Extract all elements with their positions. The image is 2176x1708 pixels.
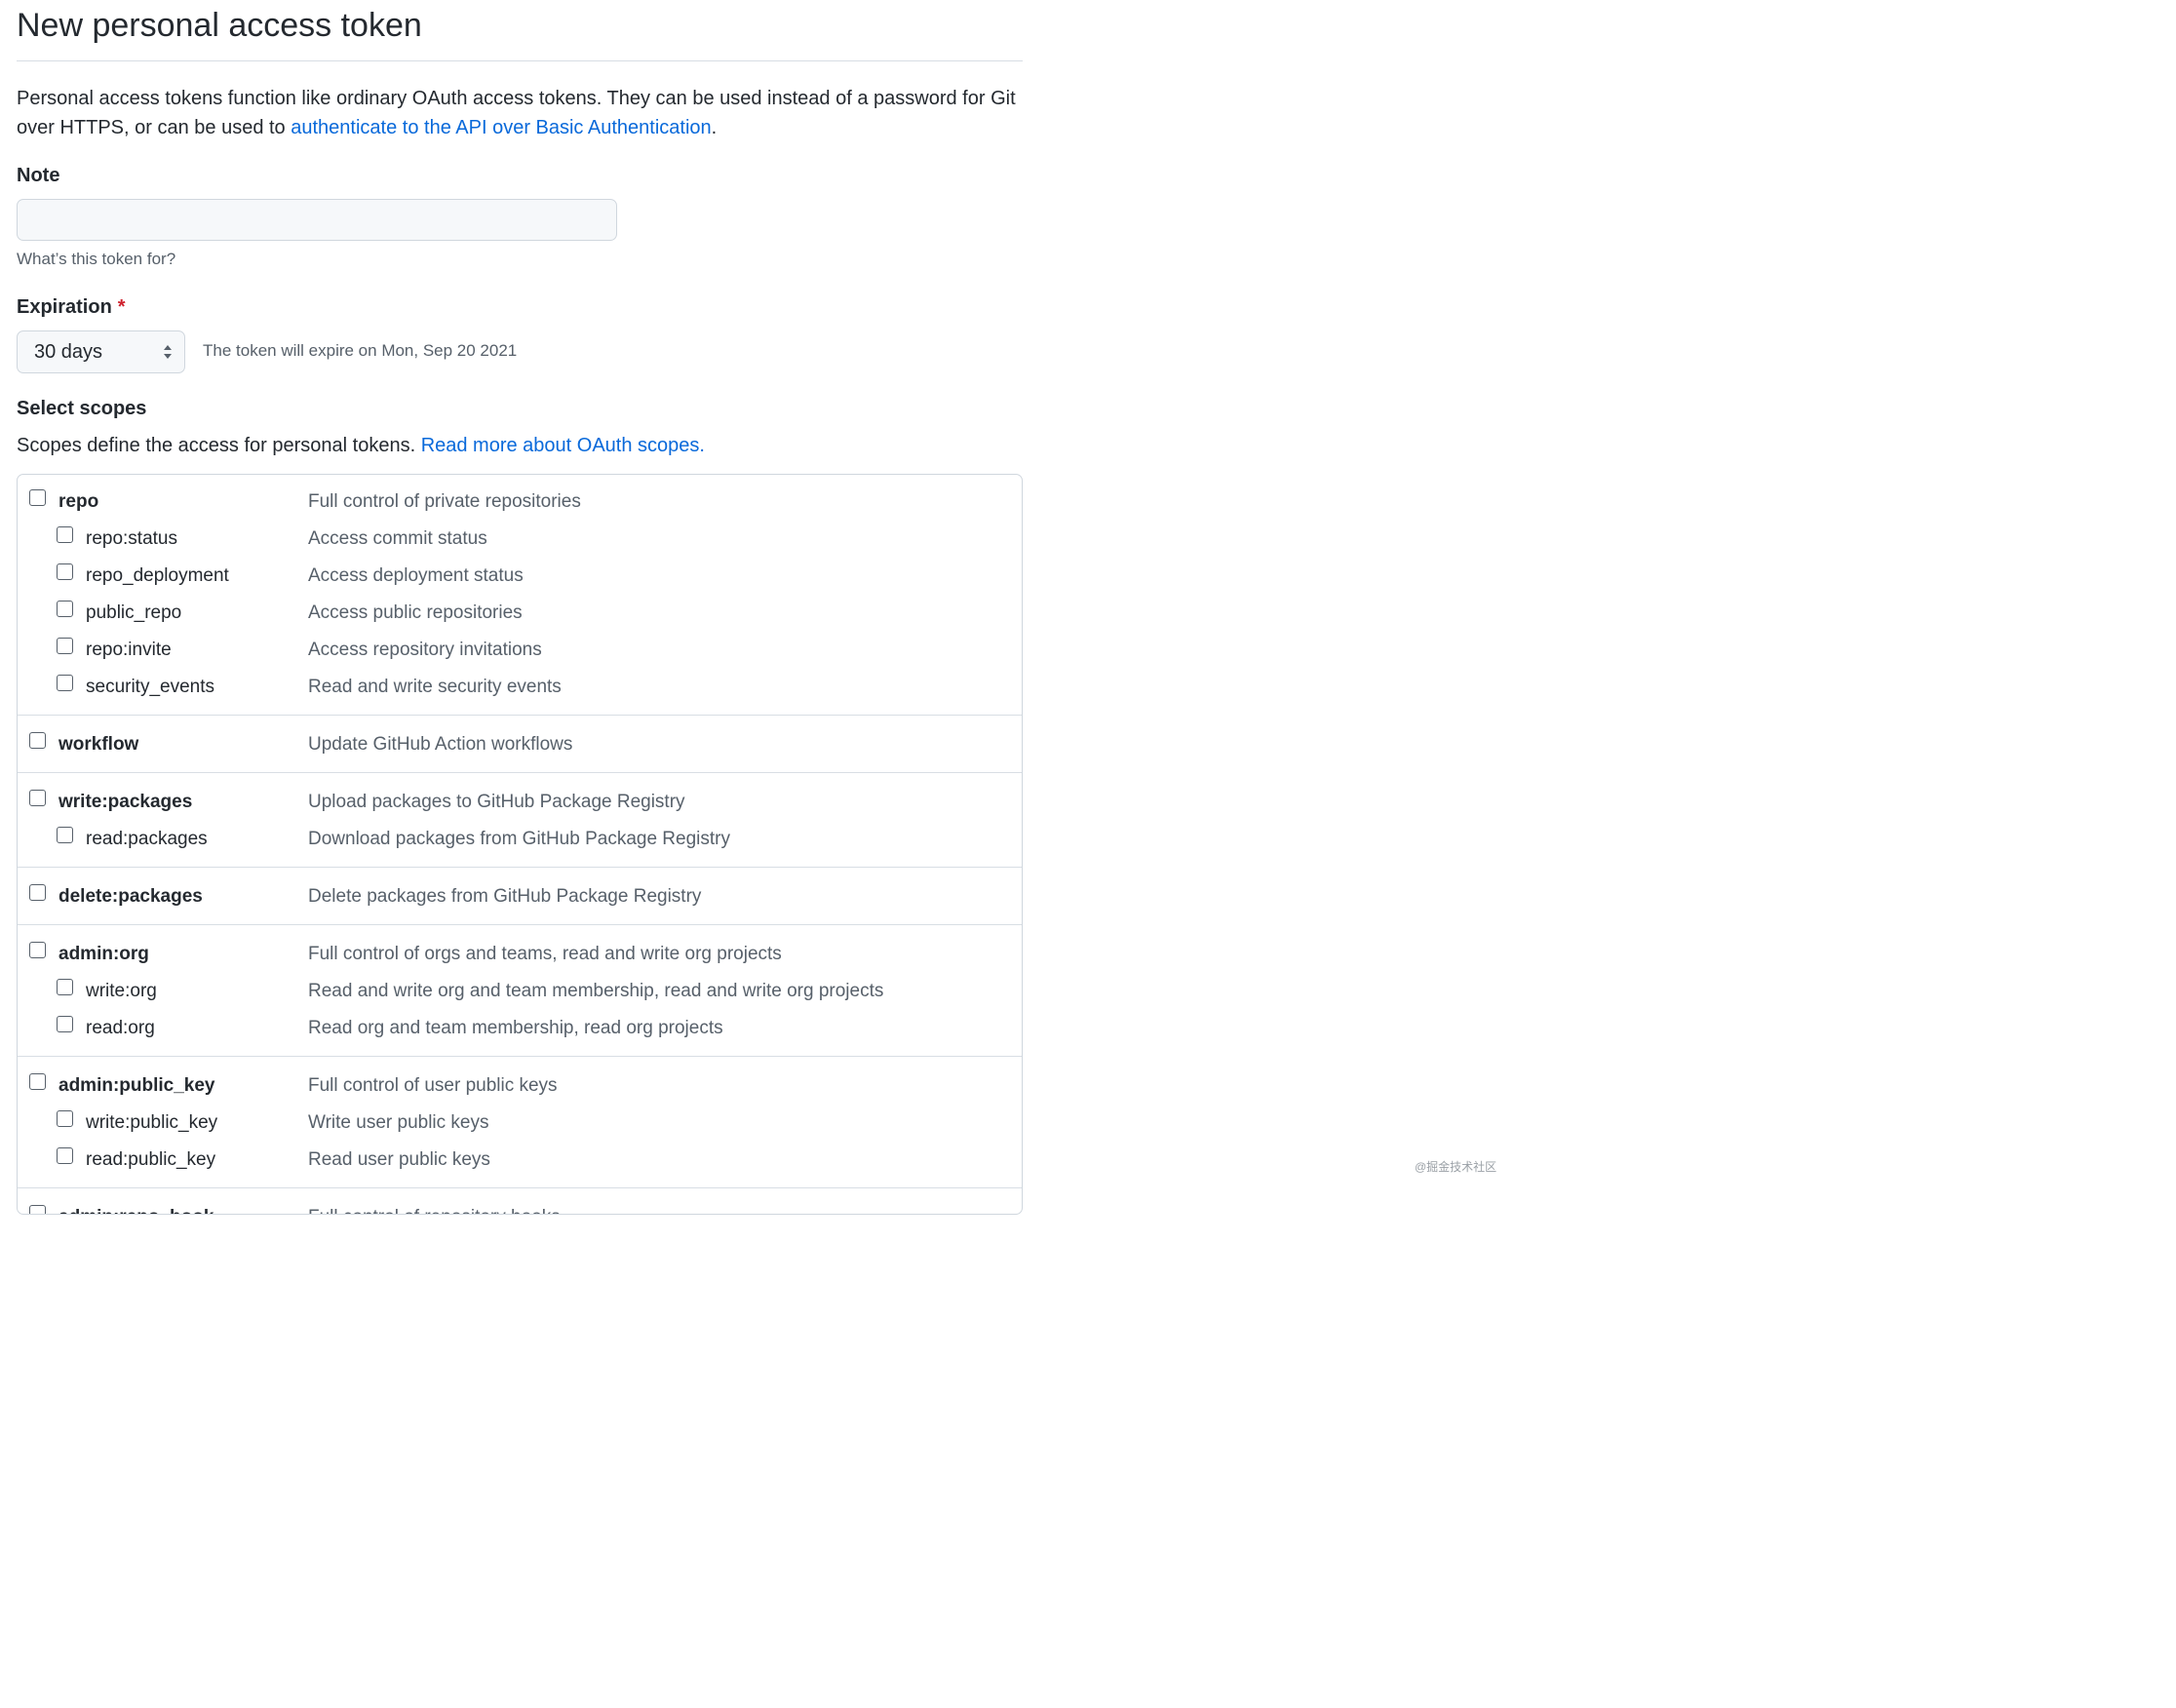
scope-name: read:public_key [86,1149,216,1170]
scope-description: Upload packages to GitHub Package Regist… [308,792,685,812]
subscope-row: read:org Read org and team membership, re… [18,1010,1022,1047]
subscope-row: read:public_key Read user public keys [18,1142,1022,1179]
scope-group: write:packages Upload packages to GitHub … [18,772,1022,867]
subscope-row: repo_deployment Access deployment status [18,558,1022,595]
scope-checkbox[interactable] [57,601,73,617]
scope-checkbox[interactable] [57,979,73,995]
watermark: @掘金技术社区 [1415,1160,1497,1174]
scope-name: write:public_key [86,1112,218,1133]
scope-name: admin:org [58,944,149,964]
scope-description: Download packages from GitHub Package Re… [308,829,730,849]
scope-checkbox[interactable] [57,1147,73,1164]
scope-name: read:packages [86,829,208,849]
scope-description: Access public repositories [308,602,523,623]
scope-row: admin:org Full control of orgs and teams,… [18,936,1022,973]
scope-description: Write user public keys [308,1112,489,1133]
oauth-scopes-link[interactable]: Read more about OAuth scopes. [421,435,705,456]
scope-checkbox[interactable] [29,1205,46,1214]
subscope-row: write:org Read and write org and team mem… [18,973,1022,1010]
scopes-label: Select scopes [17,398,147,419]
scope-checkbox[interactable] [57,1016,73,1032]
expiration-select[interactable]: 30 days [17,330,185,373]
basic-auth-link[interactable]: authenticate to the API over Basic Authe… [291,117,711,138]
note-label: Note [17,165,60,186]
subscope-row: repo:invite Access repository invitations [18,632,1022,669]
scope-group: admin:public_key Full control of user pub… [18,1056,1022,1187]
scopes-description-text: Scopes define the access for personal to… [17,435,421,456]
scope-name: write:packages [58,792,193,812]
scope-name: delete:packages [58,886,203,907]
scopes-list: repo Full control of private repositories… [17,474,1023,1215]
required-mark: * [117,296,126,318]
page-title: New personal access token [17,7,422,44]
select-arrows-icon [164,345,172,359]
scope-name: repo [58,491,99,512]
scope-description: Full control of orgs and teams, read and… [308,944,782,964]
scope-name: public_repo [86,602,182,623]
scope-checkbox[interactable] [29,732,46,749]
scope-row: delete:packages Delete packages from GitH… [18,878,1022,915]
scope-name: repo:invite [86,640,172,660]
scope-checkbox[interactable] [57,526,73,543]
expiration-selected-value: 30 days [34,340,103,363]
title-divider [17,60,1023,61]
expiration-note: The token will expire on Mon, Sep 20 202… [203,341,518,360]
subscope-row: read:packages Download packages from GitH… [18,821,1022,858]
scope-row: admin:public_key Full control of user pub… [18,1068,1022,1105]
scopes-description: Scopes define the access for personal to… [17,435,705,457]
subscope-row: repo:status Access commit status [18,521,1022,558]
scope-row: admin:repo_hook Full control of repositor… [18,1199,1022,1214]
scope-row: workflow Update GitHub Action workflows [18,726,1022,763]
scope-name: write:org [86,981,157,1001]
scope-description: Read and write org and team membership, … [308,981,884,1001]
scope-checkbox[interactable] [29,489,46,506]
scope-description: Delete packages from GitHub Package Regi… [308,886,702,907]
scope-checkbox[interactable] [57,675,73,691]
scope-group: repo Full control of private repositories… [18,475,1022,715]
scope-name: security_events [86,677,215,697]
scope-description: Read org and team membership, read org p… [308,1018,723,1038]
note-hint: What’s this token for? [17,250,176,268]
note-input[interactable] [17,199,617,241]
subscope-row: security_events Read and write security e… [18,669,1022,706]
intro-text-end: . [711,117,718,138]
expiration-label-text: Expiration [17,296,112,318]
scope-name: workflow [58,734,139,755]
scope-description: Access deployment status [308,565,524,586]
expiration-label: Expiration * [17,296,126,319]
scope-name: repo_deployment [86,565,229,586]
scope-description: Full control of user public keys [308,1075,558,1096]
scope-group: delete:packages Delete packages from GitH… [18,867,1022,924]
scope-checkbox[interactable] [29,1073,46,1090]
scope-description: Full control of private repositories [308,491,581,512]
scope-name: admin:repo_hook [58,1207,214,1214]
scope-description: Access commit status [308,528,487,549]
subscope-row: public_repo Access public repositories [18,595,1022,632]
scope-group: admin:repo_hook Full control of repositor… [18,1187,1022,1214]
scope-name: repo:status [86,528,177,549]
scope-description: Read and write security events [308,677,562,697]
scope-description: Read user public keys [308,1149,490,1170]
scope-checkbox[interactable] [57,563,73,580]
scope-checkbox[interactable] [29,790,46,806]
scope-checkbox[interactable] [29,942,46,958]
subscope-row: write:public_key Write user public keys [18,1105,1022,1142]
scope-checkbox[interactable] [29,884,46,901]
scope-row: repo Full control of private repositories [18,484,1022,521]
scope-group: admin:org Full control of orgs and teams,… [18,924,1022,1056]
scope-description: Full control of repository hooks [308,1207,561,1214]
scope-checkbox[interactable] [57,1110,73,1127]
scope-name: admin:public_key [58,1075,215,1096]
intro-text: Personal access tokens function like ord… [17,84,1023,142]
scope-checkbox[interactable] [57,827,73,843]
scope-checkbox[interactable] [57,638,73,654]
scope-description: Update GitHub Action workflows [308,734,573,755]
scope-description: Access repository invitations [308,640,542,660]
scope-name: read:org [86,1018,155,1038]
scope-row: write:packages Upload packages to GitHub … [18,784,1022,821]
scope-group: workflow Update GitHub Action workflows [18,715,1022,772]
